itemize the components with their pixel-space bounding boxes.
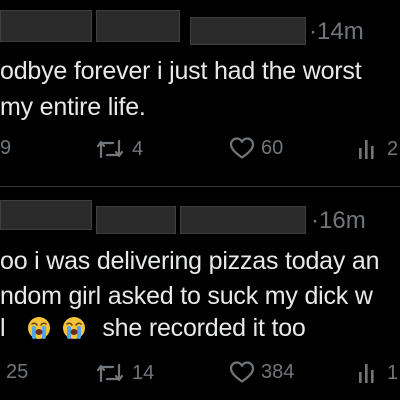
tweet-timestamp[interactable]: ·14m <box>309 20 364 44</box>
retweet-count: 4 <box>132 138 144 160</box>
reply-count: 9 <box>0 137 12 159</box>
views-count: 2 <box>387 138 399 160</box>
redacted-handle <box>96 10 180 42</box>
tweet-text-line: ndom girl asked to suck my dick w <box>0 282 373 310</box>
tweet-timestamp[interactable]: ·16m <box>311 209 366 233</box>
reply-button[interactable]: 25 <box>6 362 28 382</box>
like-count: 384 <box>261 361 295 383</box>
reply-button[interactable]: 9 <box>0 138 11 158</box>
redacted-username <box>180 206 306 234</box>
retweet-icon <box>96 139 124 159</box>
retweet-icon <box>96 363 124 383</box>
tweet-item[interactable]: ·14m odbye forever i just had the worst … <box>0 0 400 186</box>
tweet-text-line: l she recorded it too <box>0 316 306 341</box>
loudly-crying-face-icon <box>62 317 85 339</box>
tweet-text-line: oo i was delivering pizzas today an <box>0 247 380 275</box>
redacted-display-name <box>0 200 92 230</box>
retweet-button[interactable]: 14 <box>94 361 154 385</box>
views-bar-chart-icon <box>359 364 374 383</box>
views-button[interactable]: 1 <box>357 362 398 384</box>
retweet-button[interactable]: 4 <box>94 137 143 161</box>
redacted-display-name <box>0 10 92 42</box>
redacted-username <box>190 17 306 45</box>
tweet-text-line: odbye forever i just had the worst <box>0 57 362 85</box>
text-fragment: she recorded it too <box>102 314 306 342</box>
like-count: 60 <box>261 137 284 159</box>
retweet-count: 14 <box>132 362 155 384</box>
loudly-crying-face-icon <box>27 317 50 339</box>
tweet-item[interactable]: ·16m oo i was delivering pizzas today an… <box>0 186 400 400</box>
like-button[interactable]: 384 <box>229 360 294 384</box>
reply-count: 25 <box>6 361 29 383</box>
heart-icon <box>229 361 255 383</box>
views-bar-chart-icon <box>359 140 374 159</box>
redacted-handle <box>96 206 176 234</box>
views-button[interactable]: 2 <box>357 138 398 160</box>
views-count: 1 <box>387 362 399 384</box>
text-fragment: l <box>0 314 6 342</box>
like-button[interactable]: 60 <box>229 136 283 160</box>
heart-icon <box>229 137 255 159</box>
tweet-text-line: my entire life. <box>0 93 146 121</box>
